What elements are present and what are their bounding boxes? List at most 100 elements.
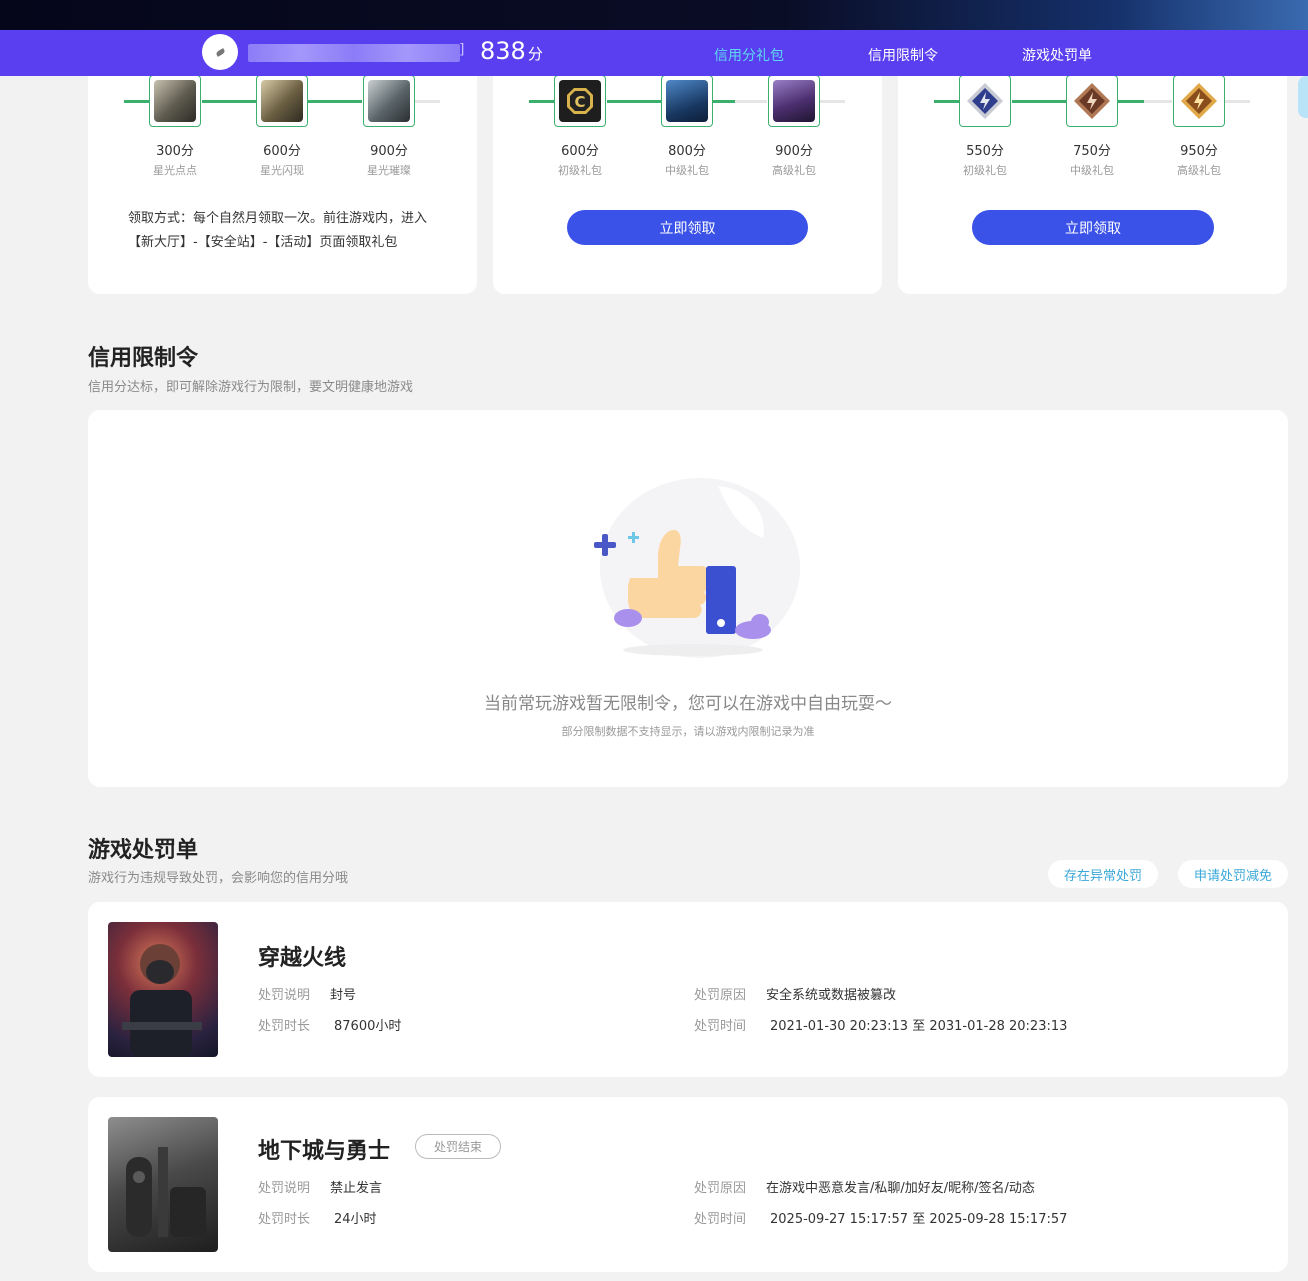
penalty-reason-value: 安全系统或数据被篡改	[766, 988, 897, 1003]
penalty-duration-label: 处罚时长	[258, 1019, 311, 1034]
penalty-time-label: 处罚时间	[694, 1019, 747, 1034]
progress-line	[202, 100, 256, 103]
gift-item[interactable]	[661, 75, 713, 127]
gift-name: 星光点点	[153, 164, 197, 177]
progress-line	[607, 100, 661, 103]
progress-line	[124, 100, 150, 103]
progress-line	[1012, 100, 1066, 103]
penalty-subtitle: 游戏行为违规导致处罚，会影响您的信用分哦	[88, 871, 349, 886]
progress-line	[1224, 100, 1250, 103]
gift-card-medal: 550分 750分 950分 初级礼包 中级礼包 高级礼包	[898, 60, 1287, 294]
gift-score: 800分	[668, 144, 706, 159]
progress-line	[934, 100, 960, 103]
gift-card-starlight: 300分 600分 900分 星光点点 星光闪现 星光璀璨	[88, 60, 477, 294]
penalty-time-value: 2021-01-30 20:23:13 至 2031-01-28 20:23:1…	[770, 1019, 1068, 1034]
penalty-reason-label: 处罚原因	[694, 1181, 747, 1196]
restriction-empty-note: 部分限制数据不支持显示，请以游戏内限制记录为准	[561, 725, 815, 738]
progress-line	[1144, 100, 1172, 103]
soldier-cover-art	[122, 944, 202, 1057]
penalty-desc-value: 封号	[330, 988, 357, 1003]
top-banner-strip	[0, 0, 1308, 30]
penalty-item: 穿越火线 处罚说明 封号 处罚时长 87600小时 处罚原因 安全系统或数据被篡…	[88, 902, 1288, 1077]
leaf-icon	[214, 47, 226, 57]
gift-name: 中级礼包	[665, 164, 709, 177]
gift-item[interactable]	[959, 75, 1011, 127]
gift-item[interactable]	[1066, 75, 1118, 127]
progress-line	[414, 100, 440, 103]
credit-score-value: 838	[480, 37, 526, 65]
penalty-reason-label: 处罚原因	[694, 988, 747, 1003]
gift-score: 900分	[775, 144, 813, 159]
gift-name: 高级礼包	[1177, 164, 1221, 177]
gift-item[interactable]	[149, 75, 201, 127]
gift-score: 550分	[966, 144, 1004, 159]
gift-name: 星光闪现	[260, 164, 304, 177]
thumbs-up-illustration	[594, 478, 800, 658]
penalty-desc-value: 禁止发言	[330, 1181, 383, 1196]
machinery-cover-art	[126, 1147, 206, 1237]
gift-score: 300分	[156, 144, 194, 159]
penalty-reason-value: 在游戏中恶意发言/私聊/加好友/昵称/签名/动态	[766, 1181, 1035, 1196]
gift-name: 高级礼包	[772, 164, 816, 177]
gift-card-level: C 600分 800分 900分 初级礼包 中级礼包 高级礼包	[493, 60, 882, 294]
restriction-subtitle: 信用分达标，即可解除游戏行为限制，要文明健康地游戏	[88, 380, 414, 395]
gift-score: 600分	[561, 144, 599, 159]
gift-score: 950分	[1180, 144, 1218, 159]
user-avatar[interactable]	[202, 34, 238, 70]
tab-penalty[interactable]: 游戏处罚单	[1022, 45, 1092, 65]
masked-nickname	[248, 44, 460, 62]
tab-restriction[interactable]: 信用限制令	[868, 45, 938, 65]
claim-button[interactable]: 立即领取	[972, 210, 1214, 245]
tab-credit-gift[interactable]: 信用分礼包	[714, 45, 784, 65]
gift-score: 750分	[1073, 144, 1111, 159]
penalty-desc-label: 处罚说明	[258, 1181, 311, 1196]
penalty-title: 游戏处罚单	[88, 838, 199, 863]
gift-score: 900分	[370, 144, 408, 159]
credit-score-unit: 分	[527, 45, 543, 63]
progress-line	[735, 100, 767, 103]
progress-line	[308, 100, 362, 103]
c-badge-icon: C	[567, 88, 593, 114]
gift-item[interactable]: C	[554, 75, 606, 127]
penalty-time-value: 2025-09-27 15:17:57 至 2025-09-28 15:17:5…	[770, 1212, 1068, 1227]
progress-line	[1118, 100, 1144, 103]
gift-name: 中级礼包	[1070, 164, 1114, 177]
game-name: 穿越火线	[258, 946, 347, 971]
gift-image	[368, 80, 410, 122]
side-float-tab[interactable]	[1298, 76, 1308, 118]
progress-line	[819, 100, 845, 103]
gift-item[interactable]	[1173, 75, 1225, 127]
apply-reduction-button[interactable]: 申请处罚减免	[1178, 860, 1288, 888]
gift-image	[666, 80, 708, 122]
gift-score: 600分	[263, 144, 301, 159]
gift-name: 星光璀璨	[367, 164, 411, 177]
gift-item[interactable]	[768, 75, 820, 127]
silver-medal-icon	[967, 83, 1003, 119]
penalty-duration-value: 24小时	[334, 1212, 377, 1227]
game-name: 地下城与勇士	[258, 1139, 391, 1164]
top-navbar: ] 838 分 信用分礼包 信用限制令 游戏处罚单	[0, 30, 1308, 76]
nickname-bracket: ]	[459, 42, 465, 58]
gift-name: 初级礼包	[963, 164, 1007, 177]
claim-button[interactable]: 立即领取	[567, 210, 808, 245]
abnormal-penalty-button[interactable]: 存在异常处罚	[1048, 860, 1158, 888]
progress-line	[713, 100, 735, 103]
game-cover	[108, 922, 218, 1057]
gift-image: C	[559, 80, 601, 122]
claim-instructions: 领取方式：每个自然月领取一次。前往游戏内，进入【新大厅】-【安全站】-【活动】页…	[128, 211, 428, 250]
bronze-medal-icon	[1074, 83, 1110, 119]
gift-image	[773, 80, 815, 122]
gift-item[interactable]	[256, 75, 308, 127]
penalty-time-label: 处罚时间	[694, 1212, 747, 1227]
restriction-title: 信用限制令	[88, 346, 199, 371]
gift-name: 初级礼包	[558, 164, 602, 177]
penalty-item: 地下城与勇士 处罚结束 处罚说明 禁止发言 处罚时长 24小时 处罚原因 在游戏…	[88, 1097, 1288, 1272]
penalty-duration-value: 87600小时	[334, 1019, 402, 1034]
gold-medal-icon	[1181, 83, 1217, 119]
gift-item[interactable]	[363, 75, 415, 127]
gift-image	[154, 80, 196, 122]
gift-image	[261, 80, 303, 122]
restriction-empty-text: 当前常玩游戏暂无限制令，您可以在游戏中自由玩耍～	[484, 694, 892, 714]
credit-score: 838 分	[480, 37, 543, 65]
penalty-duration-label: 处罚时长	[258, 1212, 311, 1227]
